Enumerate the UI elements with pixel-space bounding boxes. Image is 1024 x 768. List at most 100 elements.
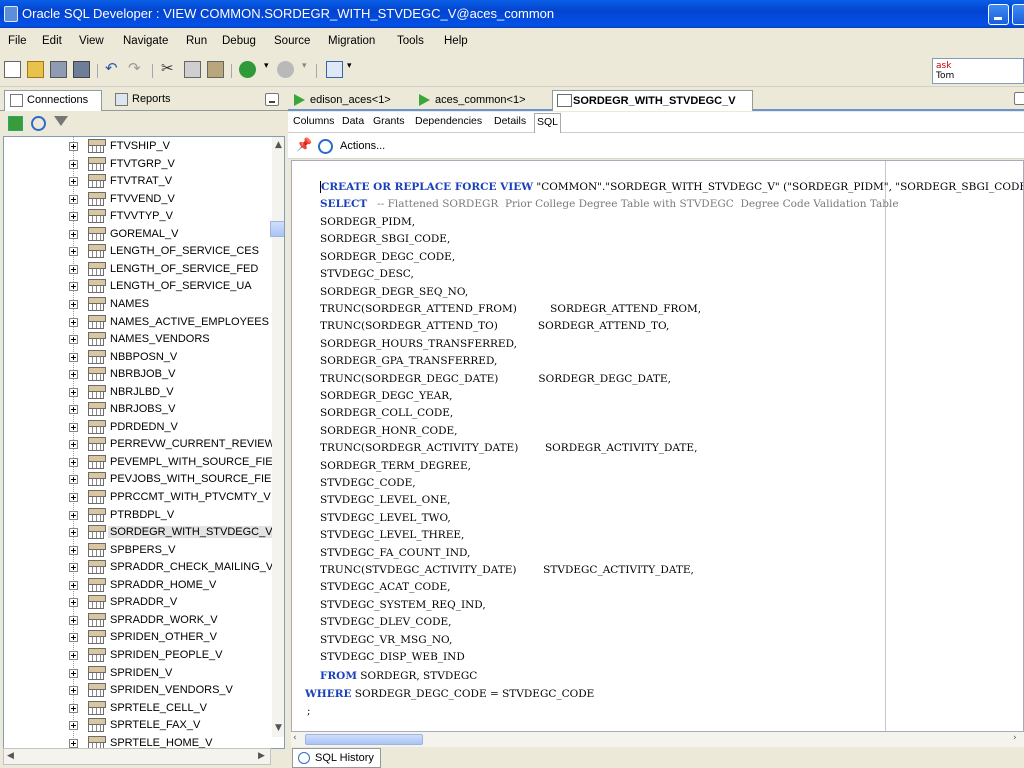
tree-item[interactable]: SPRADDR_WORK_V [4, 612, 266, 629]
expand-icon[interactable] [69, 457, 78, 467]
tree-scroll-thumb[interactable] [270, 221, 284, 237]
expand-icon[interactable] [69, 563, 78, 573]
tree-item[interactable]: LENGTH_OF_SERVICE_FED [4, 261, 266, 278]
expand-icon[interactable] [69, 633, 78, 643]
expand-icon[interactable] [69, 528, 78, 538]
scroll-right-icon[interactable]: › [1013, 733, 1017, 743]
menu-migration[interactable]: Migration [328, 35, 375, 47]
paste-icon[interactable] [207, 61, 224, 78]
expand-icon[interactable] [69, 475, 78, 485]
expand-icon[interactable] [69, 738, 78, 748]
ask-tom-search[interactable]: ask Tom [932, 58, 1024, 84]
scroll-down-icon[interactable]: ▼ [275, 723, 282, 733]
expand-icon[interactable] [69, 493, 78, 502]
menu-edit[interactable]: Edit [42, 35, 62, 47]
expand-icon[interactable] [69, 335, 78, 345]
tree-item[interactable]: NBRJLBD_V [4, 384, 266, 401]
tab-columns[interactable]: Columns [291, 115, 336, 127]
tree-item[interactable]: SPRIDEN_V [4, 665, 266, 682]
tree-item[interactable]: NAMES [4, 296, 266, 313]
minimize-button[interactable] [988, 4, 1009, 25]
tree-item[interactable]: SPRIDEN_OTHER_V [4, 629, 266, 646]
editor-horizontal-scrollbar[interactable]: ‹ › [291, 732, 1024, 747]
actions-menu[interactable]: Actions... [340, 140, 385, 152]
tree-item[interactable]: NAMES_ACTIVE_EMPLOYEES [4, 314, 269, 331]
tab-edison-aces[interactable]: edison_aces<1> [290, 90, 395, 111]
expand-icon[interactable] [69, 352, 78, 362]
editor-scroll-thumb[interactable] [305, 734, 423, 745]
tree-item[interactable]: LENGTH_OF_SERVICE_UA [4, 278, 266, 295]
expand-icon[interactable] [69, 545, 78, 555]
tab-list-icon[interactable] [1014, 92, 1024, 105]
tree-item[interactable]: FTVVEND_V [4, 191, 266, 208]
tree-item[interactable]: SPBPERS_V [4, 542, 266, 559]
tab-connections[interactable]: Connections [4, 90, 102, 111]
tree-item[interactable]: PERREVW_CURRENT_REVIEW_V [4, 436, 284, 453]
menu-file[interactable]: File [8, 35, 27, 47]
tree-item[interactable]: SPRADDR_CHECK_MAILING_V [4, 559, 273, 576]
expand-icon[interactable] [69, 212, 78, 222]
tree-item[interactable]: SPRTELE_CELL_V [4, 700, 266, 717]
sql-history-tab[interactable]: SQL History [292, 748, 381, 768]
tree-item[interactable]: FTVSHIP_V [4, 138, 266, 155]
expand-icon[interactable] [69, 264, 78, 274]
sql-worksheet-icon[interactable] [326, 61, 343, 78]
menu-view[interactable]: View [79, 35, 104, 47]
tree-item[interactable]: PEVEMPL_WITH_SOURCE_FIELD [4, 454, 284, 471]
tab-reports[interactable]: Reports [110, 90, 175, 111]
menu-tools[interactable]: Tools [397, 35, 424, 47]
minimize-panel-icon[interactable] [265, 93, 279, 106]
menu-help[interactable]: Help [444, 35, 468, 47]
save-all-icon[interactable] [73, 61, 90, 78]
tree-item[interactable]: LENGTH_OF_SERVICE_CES [4, 243, 266, 260]
expand-icon[interactable] [69, 510, 78, 520]
scroll-left-icon[interactable]: ‹ [293, 733, 297, 743]
tab-data[interactable]: Data [340, 115, 366, 127]
expand-icon[interactable] [69, 721, 78, 731]
expand-icon[interactable] [69, 440, 78, 450]
tree-item[interactable]: SPRTELE_FAX_V [4, 717, 266, 734]
new-icon[interactable] [4, 61, 21, 78]
scroll-right-icon[interactable]: ▶ [258, 751, 265, 761]
tree-item[interactable]: FTVTRAT_V [4, 173, 266, 190]
expand-icon[interactable] [69, 598, 78, 608]
tree-item[interactable]: NBBPOSN_V [4, 349, 266, 366]
undo-icon[interactable]: ↶ [105, 61, 122, 78]
tree-item[interactable]: SPRADDR_V [4, 594, 266, 611]
tab-sql[interactable]: SQL [534, 113, 562, 133]
expand-icon[interactable] [69, 177, 78, 187]
scroll-left-icon[interactable]: ◀ [7, 751, 14, 761]
expand-icon[interactable] [69, 299, 78, 309]
filter-icon[interactable] [54, 116, 68, 126]
tree-item[interactable]: SPRTELE_HOME_V [4, 735, 266, 748]
menu-run[interactable]: Run [186, 35, 207, 47]
sql-worksheet-dropdown-icon[interactable]: ▾ [347, 61, 353, 78]
expand-icon[interactable] [69, 247, 78, 257]
tree-item[interactable]: NAMES_VENDORS [4, 331, 266, 348]
tree-item[interactable]: SPRIDEN_PEOPLE_V [4, 647, 266, 664]
tree-item[interactable]: SPRIDEN_VENDORS_V [4, 682, 266, 699]
expand-icon[interactable] [69, 142, 78, 151]
redo-icon[interactable]: ↷ [128, 61, 145, 78]
maximize-button[interactable] [1012, 4, 1024, 25]
refresh-icon[interactable] [318, 139, 333, 154]
refresh-icon[interactable] [31, 116, 46, 131]
tab-details[interactable]: Details [492, 115, 528, 127]
expand-icon[interactable] [69, 703, 78, 713]
tree-item[interactable]: PTRBDPL_V [4, 507, 266, 524]
pin-icon[interactable]: 📌 [296, 139, 312, 152]
tab-sordegr-view[interactable]: SORDEGR_WITH_STVDEGC_V [552, 90, 753, 111]
tree-item[interactable]: SPRADDR_HOME_V [4, 577, 266, 594]
tree-item[interactable]: NBRJOBS_V [4, 401, 266, 418]
tree-item[interactable]: SORDEGR_WITH_STVDEGC_V [4, 524, 275, 541]
tree-item[interactable]: PPRCCMT_WITH_PTVCMTY_V [4, 489, 271, 506]
menu-source[interactable]: Source [274, 35, 310, 47]
expand-icon[interactable] [69, 194, 78, 204]
expand-icon[interactable] [69, 405, 78, 415]
expand-icon[interactable] [69, 615, 78, 625]
tree-item[interactable]: PDRDEDN_V [4, 419, 266, 436]
tree-item[interactable]: PEVJOBS_WITH_SOURCE_FIELD [4, 471, 284, 488]
tree-item[interactable]: FTVTGRP_V [4, 156, 266, 173]
tree-item[interactable]: GOREMAL_V [4, 226, 266, 243]
back-dropdown-icon[interactable]: ▾ [264, 61, 270, 78]
